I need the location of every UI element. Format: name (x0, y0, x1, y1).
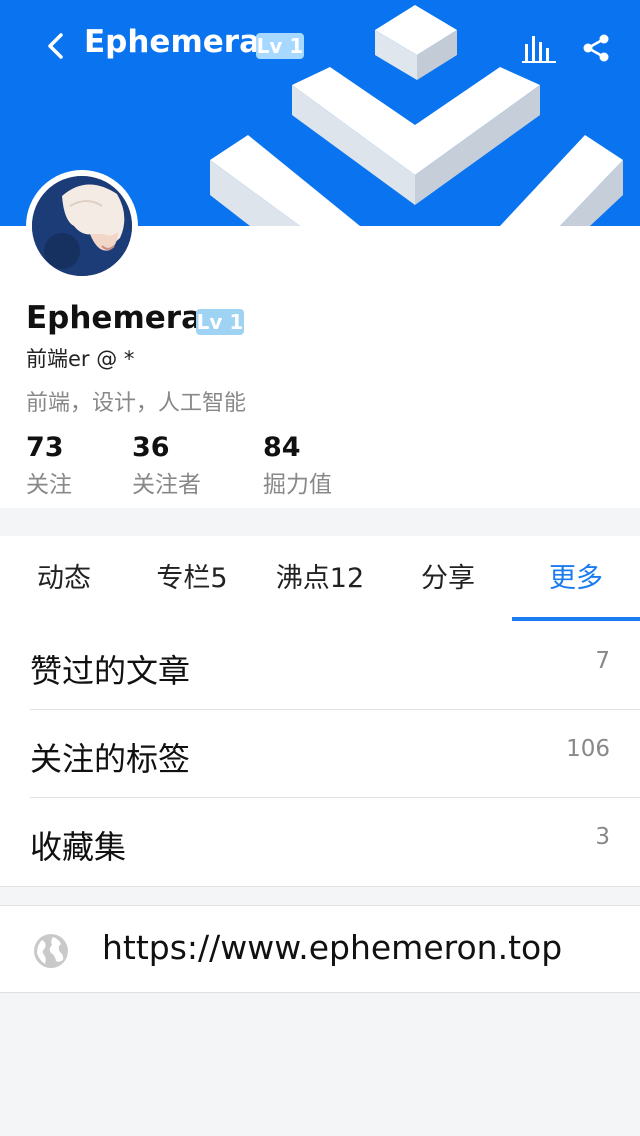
list-item-followed-tags[interactable]: 关注的标签 106 (30, 710, 640, 798)
tab-activity[interactable]: 动态 (0, 536, 128, 622)
stats-button[interactable] (522, 32, 556, 64)
tab-shares[interactable]: 分享 (384, 536, 512, 622)
stat-followers[interactable]: 36 关注者 (132, 432, 201, 499)
tab-more[interactable]: 更多 (512, 536, 640, 622)
stat-following[interactable]: 73 关注 (26, 432, 72, 499)
back-button[interactable] (38, 28, 74, 64)
list-item-count: 7 (595, 648, 610, 674)
stat-following-value: 73 (26, 432, 64, 463)
profile-tabs: 动态 专栏5 沸点12 分享 更多 (0, 536, 640, 623)
list-item-label: 关注的标签 (30, 740, 191, 778)
stat-followers-label: 关注者 (132, 472, 201, 498)
active-tab-indicator (512, 617, 640, 621)
list-item-liked-articles[interactable]: 赞过的文章 7 (30, 622, 640, 710)
list-item-count: 106 (566, 736, 610, 762)
share-icon (583, 34, 609, 62)
tab-pins[interactable]: 沸点12 (256, 536, 384, 622)
avatar-image (32, 176, 132, 276)
stat-power[interactable]: 84 掘力值 (263, 432, 332, 499)
profile-interests: 前端，设计，人工智能 (26, 391, 247, 416)
chevron-left-icon (48, 33, 63, 59)
list-item-count: 3 (595, 824, 610, 850)
header-title: Ephemera (84, 24, 260, 60)
profile-level-badge: Lv 1 (196, 309, 244, 335)
list-item-label: 赞过的文章 (30, 652, 191, 690)
more-list: 赞过的文章 7 关注的标签 106 收藏集 3 (0, 622, 640, 887)
bar-chart-icon (522, 36, 556, 63)
profile-name: Ephemera (26, 300, 202, 336)
top-bar: Ephemera Lv 1 (0, 0, 640, 96)
list-item-label: 收藏集 (30, 828, 127, 866)
header-level-badge: Lv 1 (256, 33, 304, 59)
tab-columns[interactable]: 专栏5 (128, 536, 256, 622)
globe-icon (34, 934, 68, 968)
avatar[interactable] (26, 170, 138, 282)
stat-power-value: 84 (263, 432, 301, 463)
website-link[interactable]: https://www.ephemeron.top (0, 905, 640, 993)
stat-power-label: 掘力值 (263, 472, 332, 498)
website-url: https://www.ephemeron.top (102, 928, 563, 967)
stat-following-label: 关注 (26, 472, 72, 498)
stat-followers-value: 36 (132, 432, 170, 463)
profile-job: 前端er @ * (26, 347, 135, 371)
share-button[interactable] (580, 32, 612, 64)
list-item-collections[interactable]: 收藏集 3 (30, 798, 640, 886)
